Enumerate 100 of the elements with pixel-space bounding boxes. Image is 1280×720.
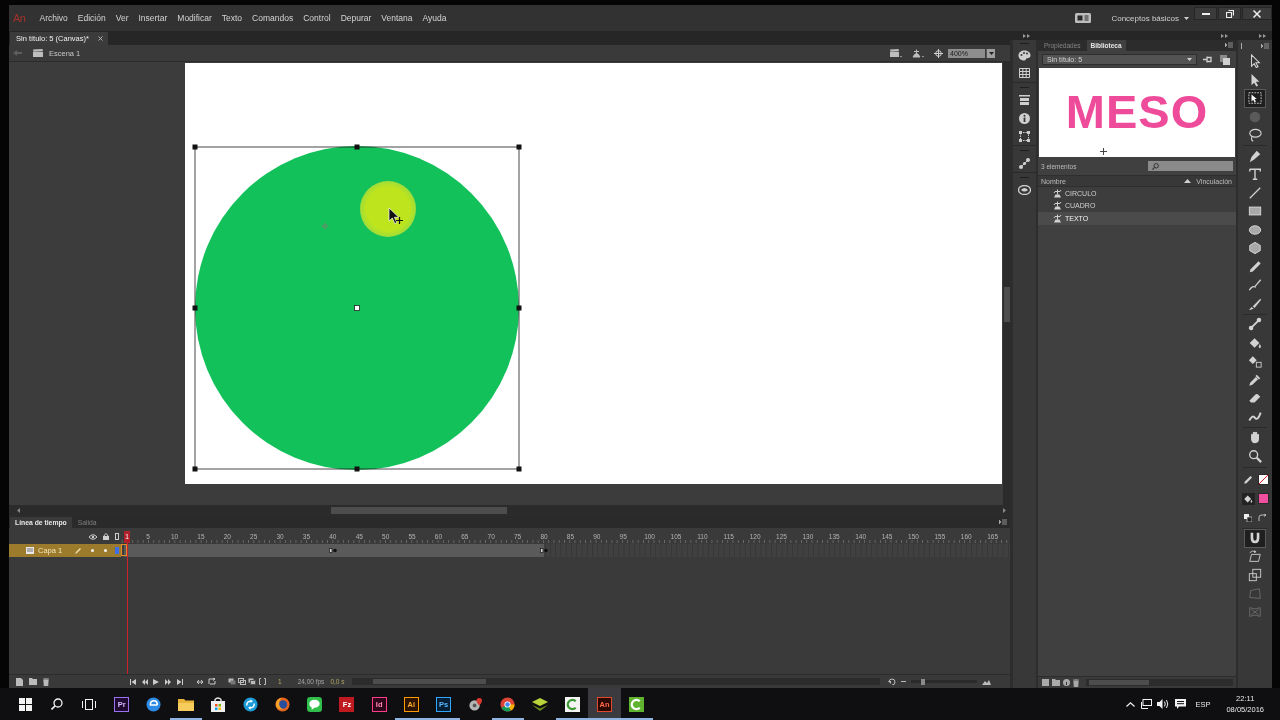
sync-icon [242, 696, 258, 712]
browser-icon [146, 696, 162, 712]
grid-icon[interactable] [1019, 68, 1030, 78]
pin-icon[interactable] [1203, 56, 1212, 63]
task-view-icon [82, 698, 97, 710]
panel-menu-icon[interactable] [1261, 43, 1269, 49]
swap-colors-icon[interactable] [1257, 513, 1267, 522]
close-icon [97, 36, 103, 41]
scroll-thumb[interactable] [1003, 287, 1010, 322]
trash-icon[interactable] [1073, 678, 1079, 687]
search-icon [51, 698, 64, 710]
menu-item[interactable]: Comandos [247, 13, 299, 23]
menu-item[interactable]: Ayuda [417, 13, 452, 23]
minimize-icon [1201, 12, 1210, 15]
volume-icon[interactable] [1157, 699, 1170, 709]
eye-icon [89, 533, 97, 540]
new-layer-icon [16, 677, 23, 686]
lock-icon [103, 533, 109, 540]
close-button[interactable] [1242, 7, 1272, 20]
align-icon[interactable] [1019, 95, 1030, 105]
tool-button[interactable] [1244, 529, 1266, 548]
symbol-icon[interactable] [912, 48, 924, 58]
app-logo: An [13, 12, 26, 24]
play-icon[interactable] [153, 678, 159, 685]
symbol-icon [1053, 214, 1062, 223]
workspace-switch-icon[interactable] [1075, 13, 1092, 23]
cloud-icon[interactable] [1018, 185, 1031, 195]
trash-icon[interactable] [43, 677, 49, 686]
menu-item[interactable]: Modificar [172, 13, 217, 23]
layer-icon [26, 547, 34, 554]
slider-thumb[interactable] [921, 678, 926, 685]
no-color-swatch[interactable] [1257, 474, 1269, 485]
symbol-icon [1053, 201, 1062, 211]
network-icon[interactable] [1141, 699, 1153, 709]
collapse-icon[interactable] [1259, 33, 1266, 38]
caret-icon [1184, 17, 1189, 20]
scene-icon [33, 49, 43, 57]
search-icon [1152, 162, 1159, 170]
onion-skin-icon[interactable] [238, 678, 246, 685]
repeat-icon[interactable] [208, 678, 216, 685]
workspace-menu[interactable]: Conceptos básicos [1111, 13, 1179, 23]
previous-frame-icon[interactable] [142, 678, 148, 685]
transform-point-icon[interactable] [354, 305, 360, 311]
collapse-icon[interactable] [1023, 33, 1030, 38]
first-frame-icon[interactable] [130, 678, 136, 685]
menu-item[interactable]: Insertar [133, 13, 173, 23]
restore-icon [1225, 9, 1234, 18]
palette-icon[interactable] [1018, 49, 1031, 61]
last-frame-icon[interactable] [177, 678, 183, 685]
cursor-icon [388, 207, 404, 225]
next-frame-icon[interactable] [165, 678, 171, 685]
bracket-icon[interactable] [259, 678, 266, 685]
onion-skin-icon[interactable] [228, 678, 236, 685]
center-frame-icon[interactable] [888, 678, 897, 685]
search-field[interactable] [1148, 161, 1233, 171]
menu-item[interactable]: Ver [110, 13, 134, 23]
transform-icon[interactable] [1019, 130, 1030, 142]
info-icon[interactable] [1063, 679, 1070, 686]
menu-item[interactable]: Ventana [376, 13, 418, 23]
fill-swatch[interactable] [1257, 493, 1269, 504]
menu-item[interactable]: Archivo [34, 13, 73, 23]
scene-icon[interactable] [890, 48, 902, 58]
onion-skin-icon[interactable] [248, 678, 256, 685]
caret-icon [1187, 58, 1192, 61]
pencil-icon [75, 547, 82, 554]
paint-bucket-icon [1243, 493, 1253, 504]
panel-menu-icon[interactable] [999, 519, 1007, 525]
notification-icon[interactable] [1175, 699, 1187, 709]
folder-icon[interactable] [1052, 679, 1060, 686]
panel-menu-icon[interactable] [1225, 42, 1233, 48]
new-library-icon[interactable] [1220, 54, 1230, 65]
collapse-icon[interactable] [1221, 33, 1228, 38]
menu-item[interactable]: Edición [72, 13, 111, 23]
folder-icon[interactable] [29, 678, 37, 685]
restore-button[interactable] [1218, 7, 1241, 20]
menu-item[interactable]: Control [298, 13, 336, 23]
tool-button[interactable] [1244, 89, 1266, 108]
dropdown-button[interactable] [986, 48, 995, 58]
nodes-icon[interactable] [1019, 157, 1030, 169]
minimize-button[interactable] [1194, 7, 1217, 20]
chat-icon [307, 696, 323, 712]
menu-item[interactable]: Texto [216, 13, 248, 23]
back-arrow-icon [13, 50, 22, 56]
outline-icon [115, 533, 119, 540]
caret-icon [988, 51, 994, 55]
menu-item[interactable]: Depurar [335, 13, 377, 23]
close-icon [1253, 9, 1261, 18]
crosshair-icon[interactable] [934, 48, 943, 58]
crosshair-icon [1100, 148, 1107, 155]
chevron-up-icon[interactable] [1126, 701, 1136, 707]
small-circle-shape [360, 181, 416, 237]
scroll-thumb[interactable] [1089, 680, 1149, 685]
default-colors-icon[interactable] [1243, 513, 1252, 522]
mountain-icon[interactable] [982, 678, 992, 685]
scroll-thumb[interactable] [331, 506, 507, 514]
scroll-thumb[interactable] [373, 679, 487, 684]
start-icon [18, 697, 32, 711]
loop-icon[interactable] [196, 678, 204, 685]
info-icon[interactable] [1019, 112, 1030, 124]
browser-icon [500, 696, 516, 712]
